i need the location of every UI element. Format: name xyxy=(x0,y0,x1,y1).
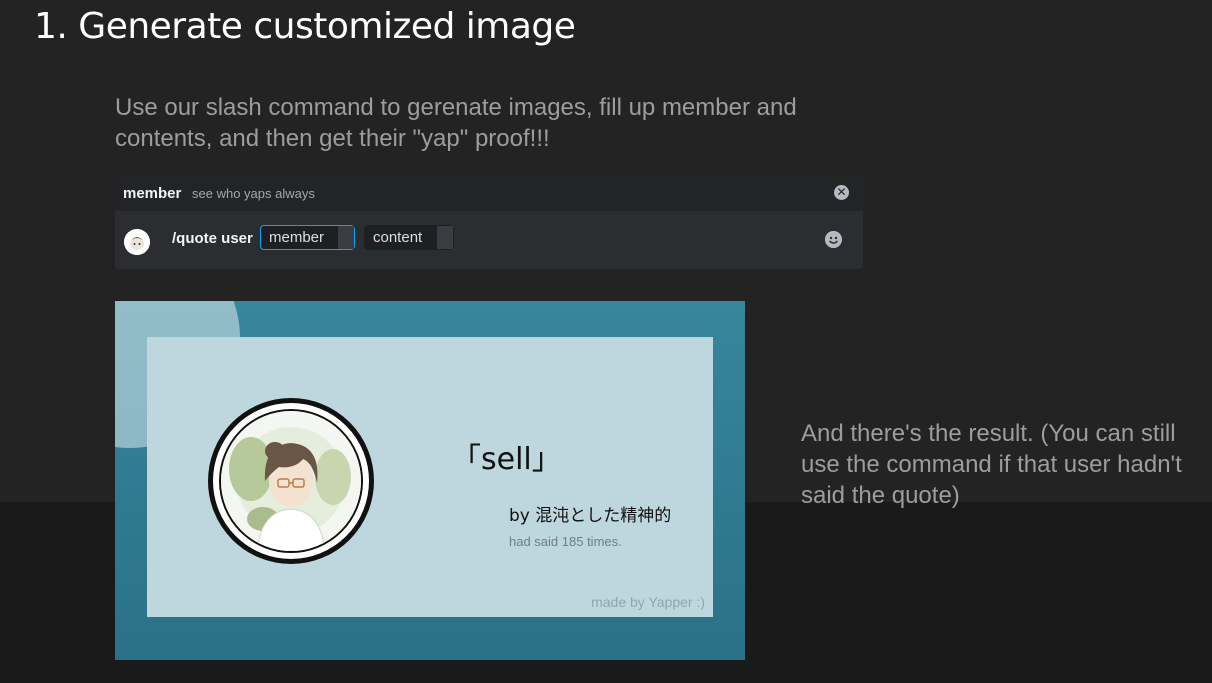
member-option[interactable]: member xyxy=(260,225,355,250)
slash-command-preview: member see who yaps always ✕ /quote user… xyxy=(115,177,863,269)
member-option-label: member xyxy=(269,229,325,246)
quote-card: 「sell」 by 混沌とした精神的 had said 185 times. m… xyxy=(147,337,713,617)
watermark-text: made by Yapper :) xyxy=(591,594,705,610)
command-name: /quote user xyxy=(172,230,253,247)
command-input-row[interactable]: /quote user member content xyxy=(115,211,863,269)
user-avatar xyxy=(208,398,374,564)
result-description: And there's the result. (You can still u… xyxy=(801,420,1182,509)
app-avatar xyxy=(124,229,150,255)
hint-option-description: see who yaps always xyxy=(192,186,315,201)
result-image: 「sell」 by 混沌とした精神的 had said 185 times. m… xyxy=(115,301,745,660)
close-icon[interactable]: ✕ xyxy=(834,185,849,200)
content-option-label: content xyxy=(373,229,423,246)
option-hint-bar: member see who yaps always ✕ xyxy=(115,177,863,211)
section-title: 1. Generate customized image xyxy=(34,6,576,47)
avatar-illustration xyxy=(219,409,363,553)
quote-count: had said 185 times. xyxy=(509,534,622,549)
intro-text: Use our slash command to gerenate images… xyxy=(115,94,797,152)
quote-text: 「sell」 xyxy=(451,442,562,477)
hint-option-name: member xyxy=(123,185,182,202)
quote-author: by 混沌とした精神的 xyxy=(509,506,672,526)
content-option-value[interactable] xyxy=(437,226,453,249)
content-option[interactable]: content xyxy=(364,225,454,250)
emoji-icon[interactable] xyxy=(825,231,842,248)
member-option-value[interactable] xyxy=(338,226,354,249)
